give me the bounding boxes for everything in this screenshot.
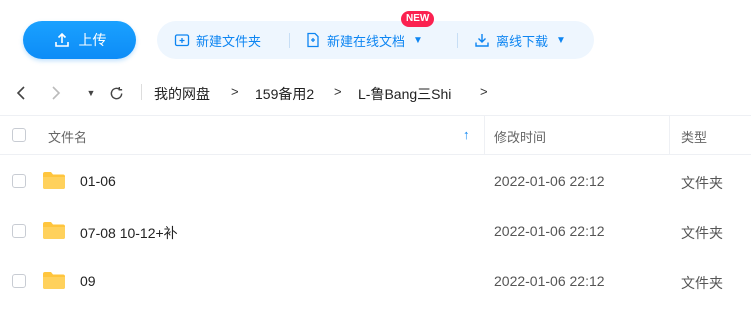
breadcrumb-divider [141, 84, 142, 100]
table-header: 文件名 ↑ 修改时间 类型 [0, 115, 751, 155]
file-modified: 2022-01-06 22:12 [494, 223, 605, 239]
breadcrumb-separator: > [334, 84, 342, 99]
new-folder-label: 新建文件夹 [196, 33, 262, 49]
table-row[interactable]: 09 2022-01-06 22:12 文件夹 [0, 256, 751, 306]
column-header-type[interactable]: 类型 [681, 127, 707, 146]
back-arrow-icon[interactable] [11, 83, 31, 103]
sort-ascending-icon[interactable]: ↑ [463, 127, 470, 142]
row-checkbox[interactable] [12, 224, 26, 238]
file-name[interactable]: 01-06 [80, 173, 116, 189]
action-bar: 新建文件夹 新建在线文档 ▼ 离线下载 ▼ [157, 21, 594, 59]
new-folder-icon [174, 34, 190, 47]
new-badge: NEW [401, 11, 435, 27]
breadcrumb-separator: > [480, 84, 488, 99]
history-dropdown-icon[interactable]: ▼ [81, 83, 101, 103]
refresh-icon[interactable] [106, 83, 126, 103]
select-all-checkbox[interactable] [12, 128, 26, 142]
upload-label: 上传 [78, 32, 107, 48]
upload-button[interactable]: 上传 [23, 21, 136, 59]
breadcrumb-item-current[interactable]: L-鲁Bang三Shi [358, 84, 451, 104]
offline-download-label: 离线下载 [496, 33, 549, 49]
offline-download-button[interactable]: 离线下载 ▼ [474, 31, 566, 50]
row-checkbox[interactable] [12, 274, 26, 288]
breadcrumb-item-backup[interactable]: 159备用2 [255, 84, 314, 104]
column-header-modified[interactable]: 修改时间 [494, 127, 546, 146]
breadcrumb-separator: > [231, 84, 239, 99]
toolbar: 上传 新建文件夹 新建在线文档 ▼ 离线下载 ▼ NEW [0, 0, 751, 74]
table-row[interactable]: 01-06 2022-01-06 22:12 文件夹 [0, 156, 751, 206]
forward-arrow-icon[interactable] [46, 83, 66, 103]
toolbar-divider [457, 33, 458, 48]
column-header-name[interactable]: 文件名 [48, 127, 87, 146]
file-type: 文件夹 [681, 175, 723, 191]
table-row[interactable]: 07-08 10-12+补 2022-01-06 22:12 文件夹 [0, 206, 751, 256]
new-online-doc-label: 新建在线文档 [327, 33, 406, 49]
chevron-down-icon: ▼ [556, 34, 566, 46]
download-icon [475, 34, 489, 47]
upload-icon [54, 32, 69, 47]
file-type: 文件夹 [681, 275, 723, 291]
folder-icon [43, 222, 65, 239]
folder-icon [43, 172, 65, 189]
file-modified: 2022-01-06 22:12 [494, 273, 605, 289]
folder-icon [43, 272, 65, 289]
column-divider[interactable] [669, 116, 670, 154]
file-name[interactable]: 07-08 10-12+补 [80, 223, 178, 243]
breadcrumb-item-my-disk[interactable]: 我的网盘 [154, 84, 210, 104]
file-name[interactable]: 09 [80, 273, 96, 289]
new-doc-icon [307, 32, 319, 48]
chevron-down-icon: ▼ [413, 34, 423, 46]
toolbar-divider [289, 33, 290, 48]
file-type: 文件夹 [681, 225, 723, 241]
new-folder-button[interactable]: 新建文件夹 [174, 31, 261, 50]
new-online-doc-button[interactable]: 新建在线文档 ▼ [305, 31, 423, 50]
row-checkbox[interactable] [12, 174, 26, 188]
column-divider[interactable] [484, 116, 485, 154]
file-modified: 2022-01-06 22:12 [494, 173, 605, 189]
